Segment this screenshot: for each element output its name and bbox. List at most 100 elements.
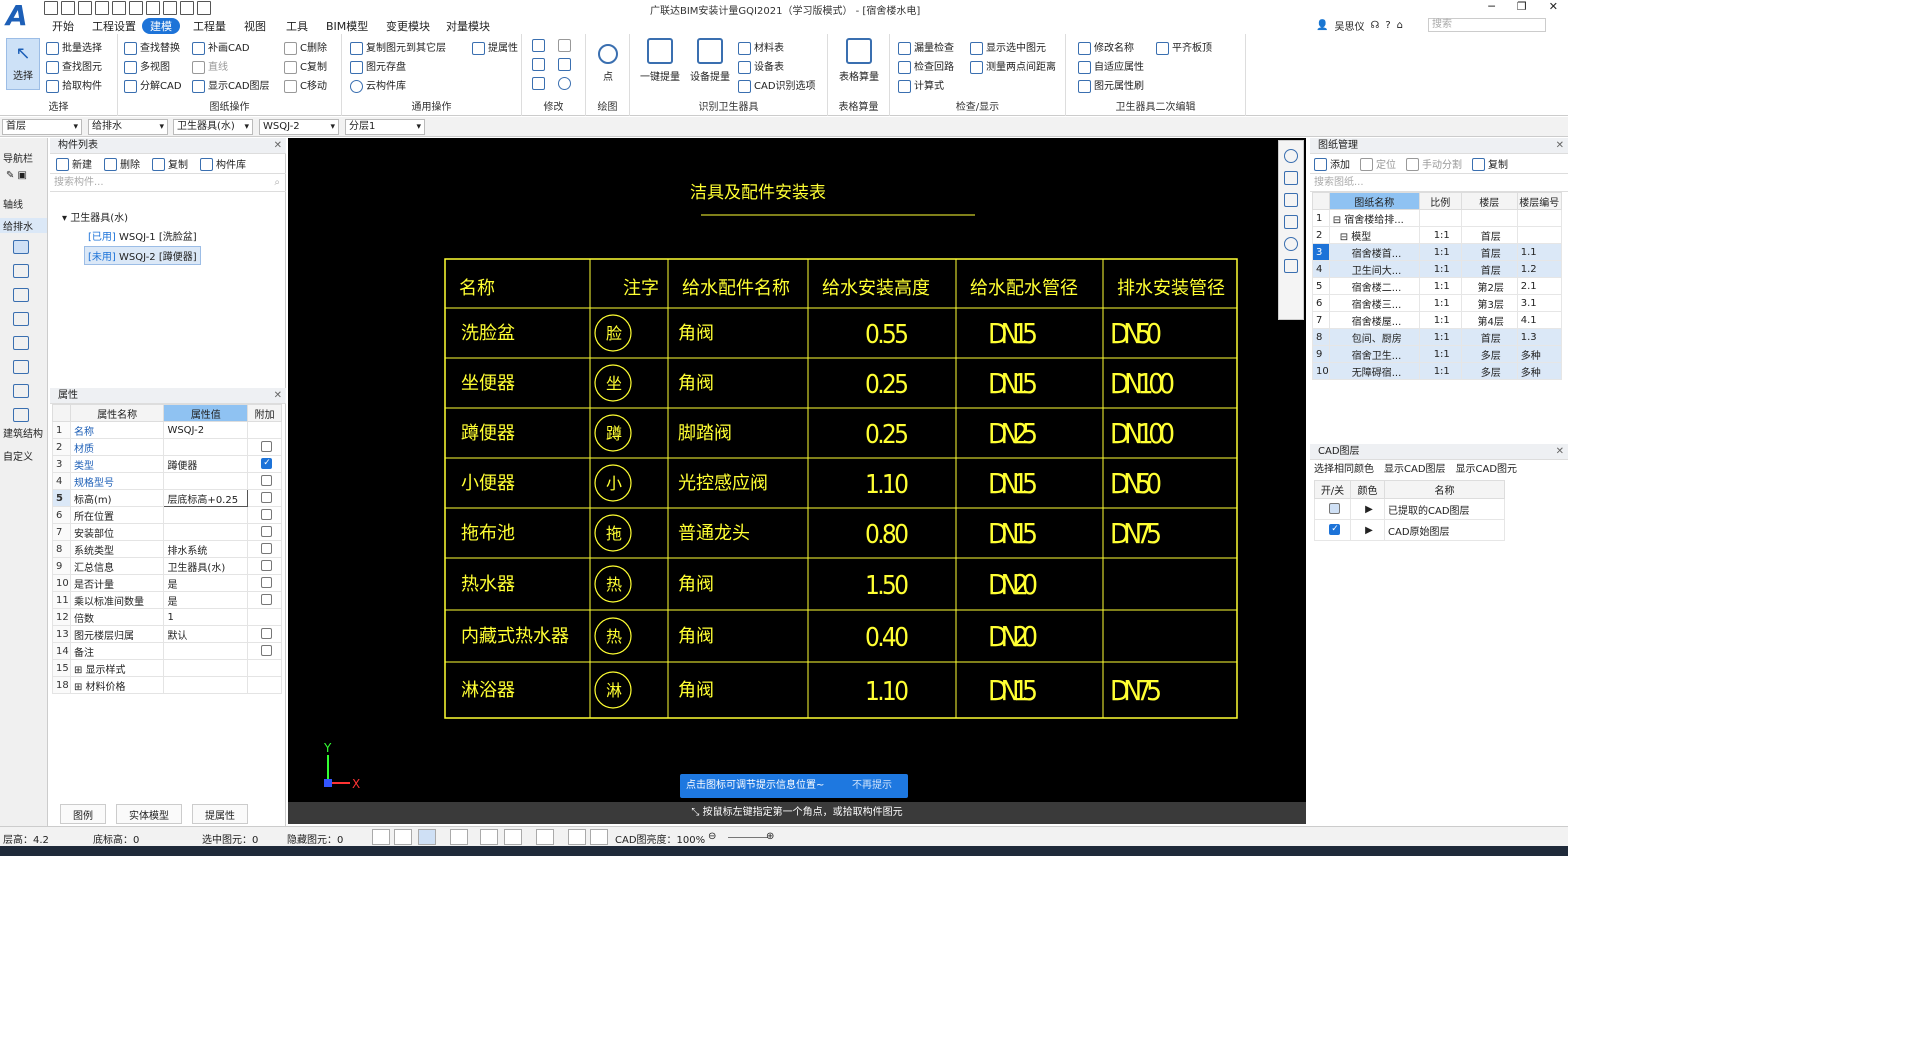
line-button[interactable]: 直线 xyxy=(192,58,228,74)
drawing-row[interactable]: 7 宿舍楼屋... 1:1 第4层 4.1 xyxy=(1312,311,1562,329)
table-icon[interactable] xyxy=(180,1,194,15)
property-row[interactable]: 8 系统类型 排水系统 xyxy=(52,540,282,558)
hint-dismiss-button[interactable]: 不再提示 xyxy=(852,774,892,798)
show-cad-layer-button[interactable]: 显示CAD图层 xyxy=(192,77,270,93)
select-button[interactable]: ↖ 选择 xyxy=(6,38,40,90)
property-value[interactable] xyxy=(163,676,249,694)
hint-tooltip[interactable]: 点击图标可调节提示信息位置~ 不再提示 xyxy=(680,774,908,798)
table-calc-button[interactable]: 表格算量 xyxy=(834,38,884,83)
add-drawing-button[interactable]: 添加 xyxy=(1314,156,1350,172)
drawing-row[interactable]: 2 ⊟ 模型 1:1 首层 xyxy=(1312,226,1562,244)
tree-item-wsqj1[interactable]: [已用] WSQJ-1 [洗脸盆] xyxy=(88,228,197,243)
property-value[interactable] xyxy=(163,438,249,456)
patch-cad-button[interactable]: 补画CAD xyxy=(192,39,250,55)
manual-split-button[interactable]: 手动分割 xyxy=(1406,156,1462,172)
rotate-view-icon[interactable] xyxy=(1284,237,1298,251)
extra-checkbox[interactable] xyxy=(261,458,273,470)
find-element-button[interactable]: 查找图元 xyxy=(46,58,102,74)
property-row[interactable]: 5 标高(m) 层底标高+0.25 xyxy=(52,489,282,507)
nav-item-axis[interactable]: 轴线 xyxy=(3,196,23,211)
drawing-row[interactable]: 5 宿舍楼二... 1:1 第2层 2.1 xyxy=(1312,277,1562,295)
view-cube-icon[interactable] xyxy=(1284,215,1298,229)
property-row[interactable]: 7 安装部位 xyxy=(52,523,282,541)
drawing-row[interactable]: 6 宿舍楼三... 1:1 第3层 3.1 xyxy=(1312,294,1562,312)
property-value[interactable]: 卫生器具(水) xyxy=(163,557,249,575)
move-tool-button[interactable] xyxy=(532,58,548,71)
copy-drawing-button[interactable]: 复制 xyxy=(1472,156,1508,172)
tree-root[interactable]: ▾ 卫生器具(水) xyxy=(62,209,128,224)
cad-layer-row[interactable]: ▶ 已提取的CAD图层 xyxy=(1314,498,1505,520)
pipe-icon[interactable] xyxy=(13,264,29,278)
fitting-icon[interactable] xyxy=(13,288,29,302)
category-select[interactable]: 卫生器具(水) xyxy=(173,119,253,135)
material-table-button[interactable]: 材料表 xyxy=(738,39,784,55)
solid-model-tab[interactable]: 实体模型 xyxy=(116,804,182,824)
discipline-select[interactable]: 给排水 xyxy=(88,119,168,135)
legend-tab[interactable]: 图例 xyxy=(60,804,106,824)
extra-checkbox[interactable] xyxy=(261,577,273,589)
drawing-row[interactable]: 8 包间、厨房 1:1 首层 1.3 xyxy=(1312,328,1562,346)
property-value[interactable] xyxy=(163,642,249,660)
open-icon[interactable] xyxy=(44,1,58,15)
batch-select-button[interactable]: 批量选择 xyxy=(46,39,102,55)
c-move-button[interactable]: C移动 xyxy=(284,77,327,93)
select-same-color-button[interactable]: 选择相同颜色 xyxy=(1314,460,1374,480)
sublayer-select[interactable]: 分层1 xyxy=(345,119,425,135)
property-value[interactable]: 排水系统 xyxy=(163,540,249,558)
ortho-toggle-icon[interactable] xyxy=(394,829,412,845)
sleeve-icon[interactable] xyxy=(13,384,29,398)
view-box-icon[interactable] xyxy=(1284,193,1298,207)
menu-quantity[interactable]: 工程量 xyxy=(193,18,226,34)
cad-drawing[interactable]: 洁具及配件安装表名称 注字 给水配件名称 给水安装高度 给水配水管径 排水安装管径洗脸盆 脸… xyxy=(288,138,1306,802)
snap-toggle-icon[interactable] xyxy=(372,829,390,845)
component-select[interactable]: WSQJ-2 xyxy=(259,119,339,135)
drawing-row[interactable]: 10 无障碍宿... 1:1 多层 多种 xyxy=(1312,362,1562,380)
menu-change-module[interactable]: 变更模块 xyxy=(386,18,430,34)
property-row[interactable]: 3 类型 蹲便器 xyxy=(52,455,282,473)
find-replace-button[interactable]: 查找替换 xyxy=(124,39,180,55)
property-value[interactable]: 层底标高+0.25 xyxy=(163,489,249,507)
extra-checkbox[interactable] xyxy=(261,628,273,640)
tree-item-wsqj2[interactable]: [未用] WSQJ-2 [蹲便器] xyxy=(84,246,201,265)
property-row[interactable]: 10 是否计量 是 xyxy=(52,574,282,592)
property-row[interactable]: 4 规格型号 xyxy=(52,472,282,490)
delete-component-button[interactable]: 删除 xyxy=(104,156,140,172)
expand-icon[interactable]: ▶ xyxy=(1350,519,1385,541)
angle-icon[interactable] xyxy=(504,829,522,845)
property-value[interactable] xyxy=(163,659,249,677)
extract-property-button[interactable]: 提属性 xyxy=(472,39,518,55)
property-row[interactable]: 12 倍数 1 xyxy=(52,608,282,626)
show-cad-element-dropdown[interactable]: 显示CAD图元 xyxy=(1456,460,1518,480)
extra-checkbox[interactable] xyxy=(261,509,273,521)
menu-tools[interactable]: 工具 xyxy=(286,18,308,34)
sum-icon[interactable] xyxy=(146,1,160,15)
property-row[interactable]: 13 图元楼层归属 默认 xyxy=(52,625,282,643)
layer-toggle-checkbox[interactable] xyxy=(1328,503,1340,515)
nav-item-custom[interactable]: 自定义 xyxy=(3,448,33,463)
property-row[interactable]: 18 ⊞ 材料价格 xyxy=(52,676,282,694)
component-search-input[interactable]: 搜索构件... ⌕ xyxy=(50,174,286,192)
extra-checkbox[interactable] xyxy=(261,645,273,657)
display-mode-icon[interactable] xyxy=(450,829,468,845)
extra-checkbox[interactable] xyxy=(261,492,273,504)
formula-button[interactable]: 计算式 xyxy=(898,77,944,93)
expand-icon[interactable]: ▶ xyxy=(1350,498,1385,520)
pick-component-button[interactable]: 拾取构件 xyxy=(46,77,102,93)
property-value[interactable]: 蹲便器 xyxy=(163,455,249,473)
extra-checkbox[interactable] xyxy=(261,441,273,453)
extra-checkbox[interactable] xyxy=(261,475,273,487)
component-library-button[interactable]: 构件库 xyxy=(200,156,246,172)
multi-view-button[interactable]: 多视图 xyxy=(124,58,170,74)
minimize-icon[interactable]: ─ xyxy=(1488,0,1495,13)
property-brush-button[interactable]: 图元属性刷 xyxy=(1078,77,1144,93)
new-icon[interactable] xyxy=(61,1,75,15)
valve-icon[interactable] xyxy=(13,312,29,326)
extra-checkbox[interactable] xyxy=(261,560,273,572)
rotate-tool-button[interactable] xyxy=(558,77,574,90)
drawing-row[interactable]: 9 宿舍卫生... 1:1 多层 多种 xyxy=(1312,345,1562,363)
lock-tool-button[interactable] xyxy=(558,39,574,52)
nav-pin-icon[interactable]: ✎ ▣ xyxy=(6,170,27,181)
sanitary-fixture-icon[interactable] xyxy=(13,240,29,254)
shirt-icon[interactable]: ⌂ xyxy=(1397,20,1403,31)
device-table-button[interactable]: 设备表 xyxy=(738,58,784,74)
